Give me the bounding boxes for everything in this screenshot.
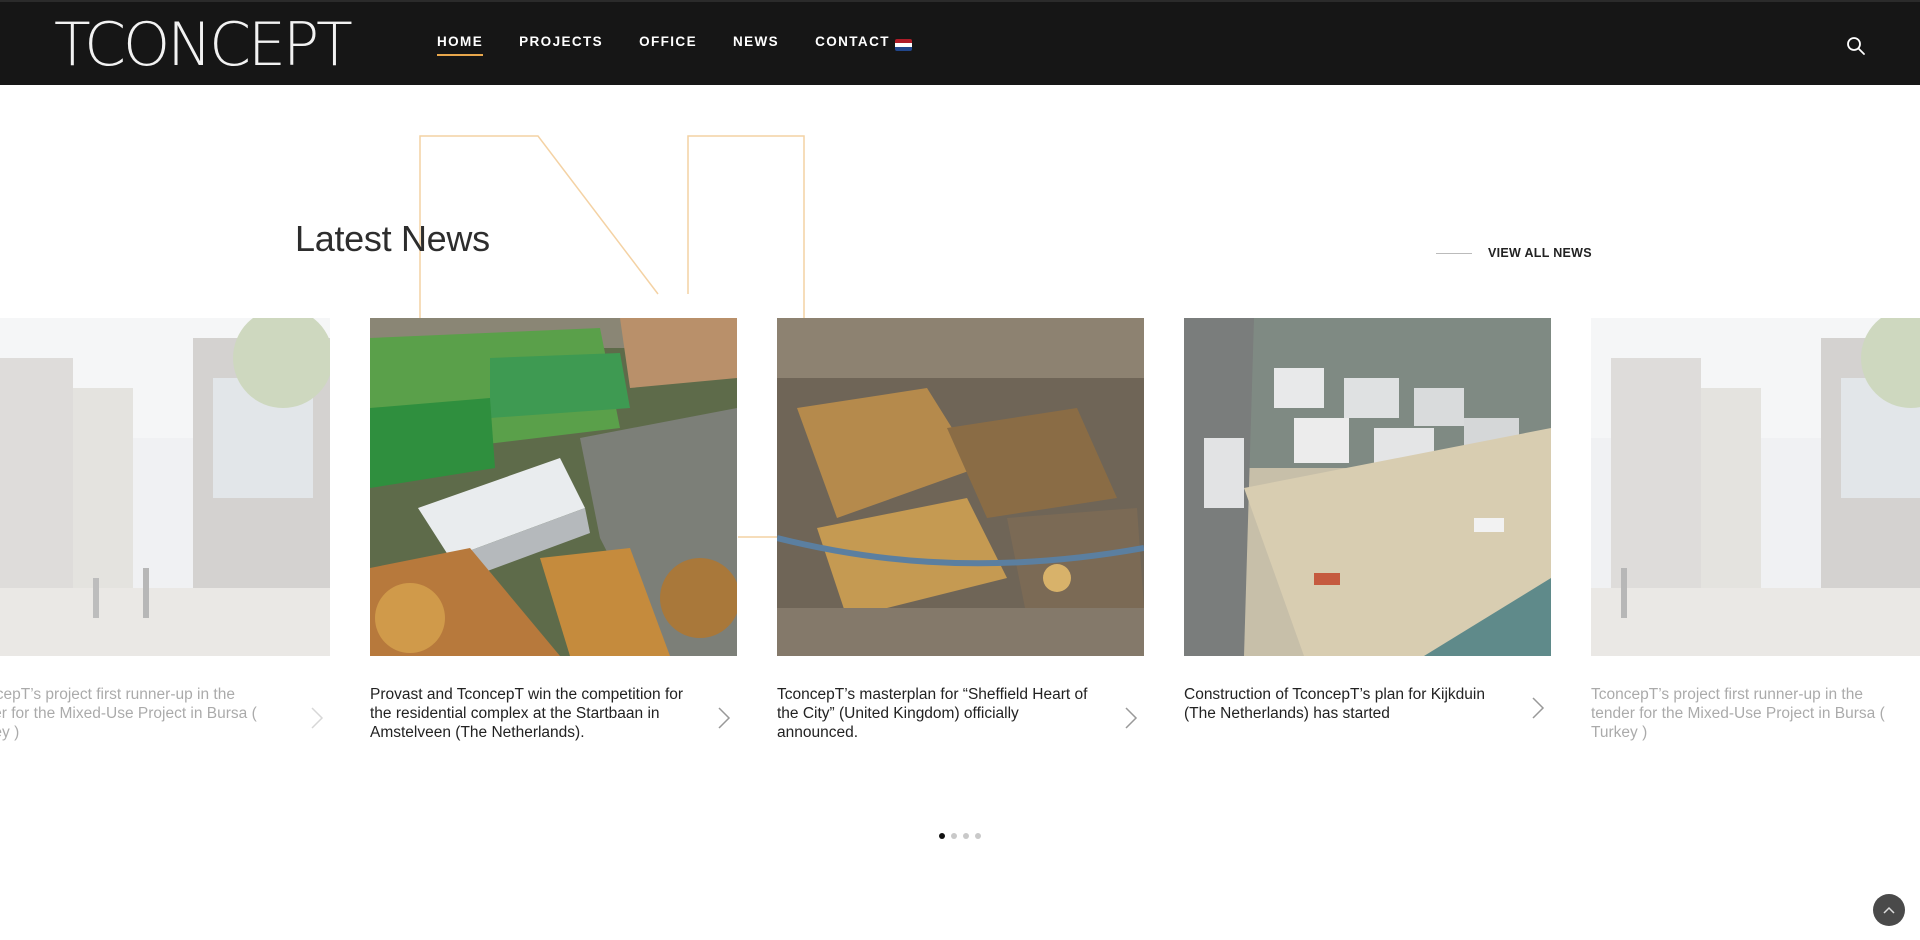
nav-office[interactable]: OFFICE — [639, 34, 697, 49]
main-nav: HOME PROJECTS OFFICE NEWS CONTACT — [437, 34, 926, 56]
news-card-image — [0, 318, 330, 656]
news-card-image — [1184, 318, 1551, 656]
carousel-pagination — [939, 833, 981, 839]
news-card-title: TconcepT’s project first runner-up in th… — [0, 686, 257, 741]
news-card-title: Provast and TconcepT win the competition… — [370, 686, 684, 741]
news-card[interactable]: Construction of TconcepT’s plan for Kijk… — [1184, 318, 1551, 723]
site-logo[interactable]: TCONCEPT — [54, 10, 353, 80]
back-to-top-button[interactable] — [1873, 894, 1905, 926]
site-header: TCONCEPT HOME PROJECTS OFFICE NEWS CONTA… — [0, 0, 1920, 85]
news-card[interactable]: Provast and TconcepT win the competition… — [370, 318, 737, 742]
news-card[interactable]: TconcepT’s project first runner-up in th… — [1591, 318, 1920, 742]
pagination-dot[interactable] — [951, 833, 957, 839]
view-all-news-link[interactable]: VIEW ALL NEWS — [1436, 246, 1592, 260]
news-card-title: TconcepT’s project first runner-up in th… — [1591, 686, 1885, 741]
news-card-image — [370, 318, 737, 656]
chevron-right-icon[interactable] — [1531, 696, 1545, 720]
news-card[interactable]: TconcepT’s masterplan for “Sheffield Hea… — [777, 318, 1144, 742]
section-title: Latest News — [295, 218, 490, 259]
pagination-dot[interactable] — [939, 833, 945, 839]
chevron-right-icon[interactable] — [310, 706, 324, 730]
nav-news[interactable]: NEWS — [733, 34, 779, 49]
nav-projects[interactable]: PROJECTS — [519, 34, 603, 49]
search-icon[interactable] — [1846, 36, 1866, 56]
chevron-right-icon[interactable] — [717, 706, 731, 730]
pagination-dot[interactable] — [975, 833, 981, 839]
chevron-up-icon — [1883, 906, 1895, 914]
news-card-title: TconcepT’s masterplan for “Sheffield Hea… — [777, 686, 1088, 741]
news-card[interactable]: TconcepT’s project first runner-up in th… — [0, 318, 330, 742]
link-line — [1436, 252, 1472, 254]
chevron-right-icon[interactable] — [1124, 706, 1138, 730]
nav-contact[interactable]: CONTACT — [815, 34, 890, 49]
news-card-image — [777, 318, 1144, 656]
pagination-dot[interactable] — [963, 833, 969, 839]
view-all-label: VIEW ALL NEWS — [1488, 246, 1592, 260]
news-card-image — [1591, 318, 1920, 656]
nav-home[interactable]: HOME — [437, 34, 484, 56]
netherlands-flag-icon[interactable] — [895, 39, 912, 51]
news-card-title: Construction of TconcepT’s plan for Kijk… — [1184, 686, 1485, 722]
